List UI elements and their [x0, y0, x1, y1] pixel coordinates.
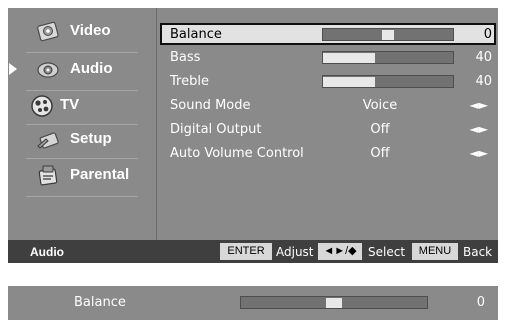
divider — [26, 196, 138, 197]
balance-adjust-slider[interactable] — [240, 296, 428, 309]
row-value: 40 — [475, 74, 492, 89]
auto-volume-value: Off — [370, 146, 390, 161]
sidebar-item-label: TV — [60, 96, 80, 113]
balance-slider[interactable] — [322, 28, 454, 41]
left-right-arrows-icon[interactable]: ◄► — [470, 98, 488, 112]
audio-icon — [37, 62, 59, 78]
sound-mode-row[interactable]: Sound Mode Voice ◄► — [160, 94, 496, 116]
balance-value: 0 — [476, 295, 485, 310]
sidebar-item-parental[interactable]: Parental — [8, 160, 156, 192]
row-label: Bass — [170, 50, 201, 65]
balance-label: Balance — [74, 295, 126, 310]
digital-output-row[interactable]: Digital Output Off ◄► — [160, 118, 496, 140]
sidebar-item-tv[interactable]: TV — [8, 90, 156, 122]
panel-divider — [156, 8, 157, 240]
treble-slider[interactable] — [322, 75, 454, 88]
navigation-keys[interactable]: ◄►/◆ — [318, 243, 362, 260]
setup-icon — [37, 132, 59, 149]
tv-icon — [31, 95, 53, 117]
osd-menu: Video Audio TV Setup Parental Balance 0 … — [8, 8, 498, 263]
row-label: Balance — [170, 27, 222, 42]
digital-output-value: Off — [370, 122, 390, 137]
back-hint: Back — [463, 245, 493, 259]
sidebar-item-audio[interactable]: Audio — [8, 54, 156, 86]
sidebar-item-label: Setup — [70, 130, 112, 147]
section-title: Audio — [30, 245, 64, 259]
balance-row[interactable]: Balance 0 — [160, 23, 496, 45]
enter-key[interactable]: ENTER — [220, 243, 272, 260]
sidebar-item-label: Parental — [70, 166, 130, 183]
sidebar-item-label: Video — [70, 22, 111, 39]
slider-thumb[interactable] — [382, 30, 394, 40]
adjust-hint: Adjust — [276, 245, 314, 259]
sound-mode-value: Voice — [362, 98, 398, 113]
row-value: 0 — [483, 27, 492, 42]
parental-icon — [38, 165, 58, 186]
selected-arrow-icon — [9, 63, 17, 75]
left-right-arrows-icon[interactable]: ◄► — [470, 146, 488, 160]
balance-adjust-bar: Balance 0 — [8, 286, 498, 320]
row-label: Treble — [170, 74, 209, 89]
status-bar: Audio ENTER Adjust ◄►/◆ Select MENU Back — [8, 240, 498, 263]
slider-fill — [323, 77, 375, 87]
bass-slider[interactable] — [322, 51, 454, 64]
bass-row[interactable]: Bass 40 — [160, 46, 496, 68]
row-label: Auto Volume Control — [170, 146, 304, 161]
select-hint: Select — [368, 245, 406, 259]
menu-key[interactable]: MENU — [412, 243, 458, 260]
sidebar-item-setup[interactable]: Setup — [8, 124, 156, 156]
row-label: Digital Output — [170, 122, 262, 137]
slider-fill — [323, 53, 375, 63]
row-label: Sound Mode — [170, 98, 251, 113]
row-value: 40 — [475, 50, 492, 65]
divider — [26, 158, 138, 159]
audio-settings-panel: Balance 0 Bass 40 Treble 40 Sound Mode V… — [158, 8, 498, 240]
sidebar: Video Audio TV Setup Parental — [8, 8, 156, 240]
video-icon — [37, 21, 59, 42]
auto-volume-control-row[interactable]: Auto Volume Control Off ◄► — [160, 142, 496, 164]
left-right-arrows-icon[interactable]: ◄► — [470, 122, 488, 136]
slider-thumb[interactable] — [326, 298, 342, 308]
divider — [26, 52, 138, 53]
treble-row[interactable]: Treble 40 — [160, 70, 496, 92]
sidebar-item-video[interactable]: Video — [8, 16, 156, 48]
sidebar-item-label: Audio — [70, 60, 113, 77]
